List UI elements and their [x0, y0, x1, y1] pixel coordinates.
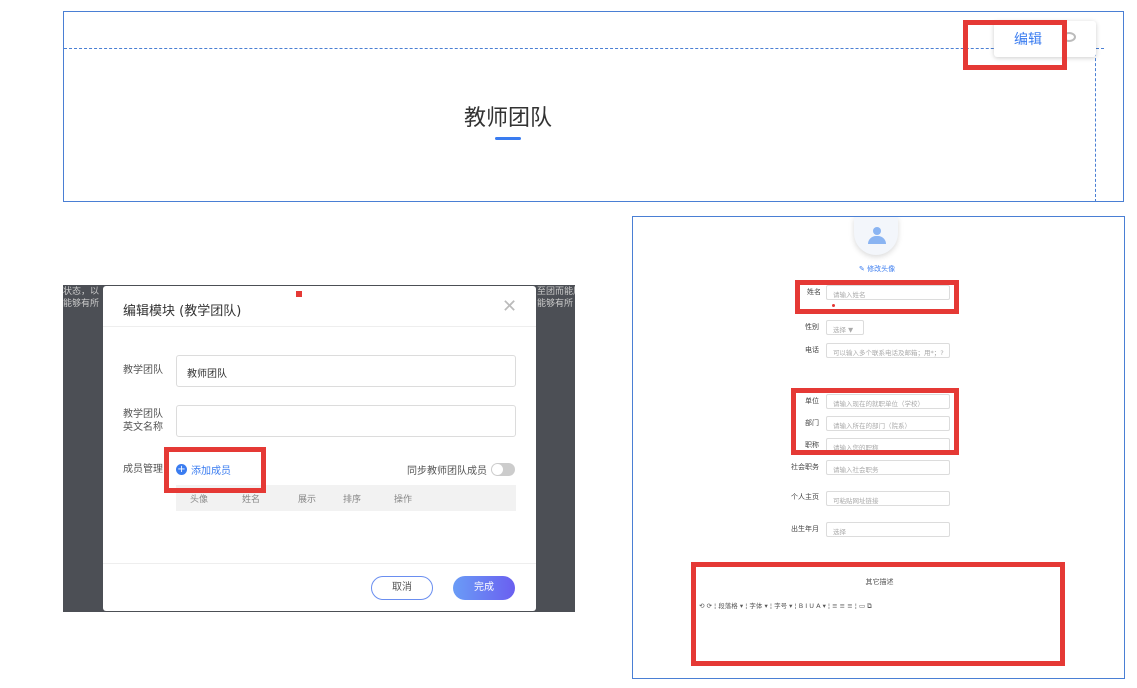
field-label-gender: 性别 — [805, 323, 819, 331]
dashed-guide-vertical — [1095, 48, 1096, 202]
team-name-label: 教学团队 — [123, 365, 163, 376]
members-label: 成员管理 — [123, 464, 163, 475]
close-icon[interactable]: ✕ — [502, 296, 517, 317]
header-divider — [103, 326, 536, 327]
title-underline — [495, 137, 521, 140]
col-avatar: 头像 — [190, 495, 209, 505]
team-name-input[interactable]: 教师团队 — [176, 355, 516, 387]
footer-divider — [103, 563, 536, 564]
social-role-input[interactable]: 请输入社会职务 — [826, 460, 950, 475]
user-icon-head — [873, 227, 881, 235]
field-label-social-role: 社会职务 — [791, 463, 819, 471]
member-form-panel: ✎ 修改头像 姓名 请输入姓名 性别 选择 ▼ 电话 可以输入多个联系电话及邮箱… — [632, 216, 1125, 679]
edit-modal-screenshot: 状态，以 能够有所 至团而能展 能够有所 编辑模块 (教学团队) ✕ 教学团队 … — [63, 285, 575, 612]
user-icon-body — [868, 236, 886, 244]
highlight-box-description — [691, 562, 1065, 666]
phone-input[interactable]: 可以输入多个联系电话及邮箱；用*；? — [826, 343, 950, 358]
highlight-box-name — [795, 280, 959, 314]
birth-date-picker[interactable]: 选择 — [826, 522, 950, 537]
dialog-title: 编辑模块 (教学团队) — [123, 304, 242, 319]
highlight-box-add-member — [164, 447, 266, 493]
team-english-name-input[interactable] — [176, 405, 516, 437]
col-order: 排序 — [343, 495, 362, 505]
highlight-box-edit — [963, 20, 1067, 70]
field-label-birth: 出生年月 — [791, 525, 819, 533]
highlight-box-work — [791, 388, 959, 455]
marker-dot — [296, 291, 302, 297]
background-text-right: 至团而能展 能够有所 — [537, 287, 575, 309]
homepage-input[interactable]: 可粘贴网址链接 — [826, 491, 950, 506]
sync-members-toggle[interactable] — [491, 463, 515, 476]
change-avatar-link[interactable]: ✎ 修改头像 — [859, 264, 895, 274]
dashed-guide-horizontal — [64, 48, 1104, 49]
done-button[interactable]: 完成 — [453, 576, 515, 600]
sync-members-label: 同步教师团队成员 — [407, 466, 487, 477]
col-actions: 操作 — [394, 495, 413, 505]
team-english-name-label: 教学团队 英文名称 — [123, 409, 163, 433]
background-text-left: 状态，以 能够有所 — [63, 287, 100, 309]
gender-select[interactable]: 选择 ▼ — [826, 320, 864, 335]
field-label-phone: 电话 — [805, 346, 819, 354]
field-label-homepage: 个人主页 — [791, 493, 819, 501]
module-title: 教师团队 — [463, 106, 552, 131]
cancel-button[interactable]: 取消 — [371, 576, 433, 600]
col-name: 姓名 — [242, 495, 261, 505]
col-display: 展示 — [298, 495, 317, 505]
module-preview-panel: 教师团队 编辑 — [63, 11, 1124, 202]
